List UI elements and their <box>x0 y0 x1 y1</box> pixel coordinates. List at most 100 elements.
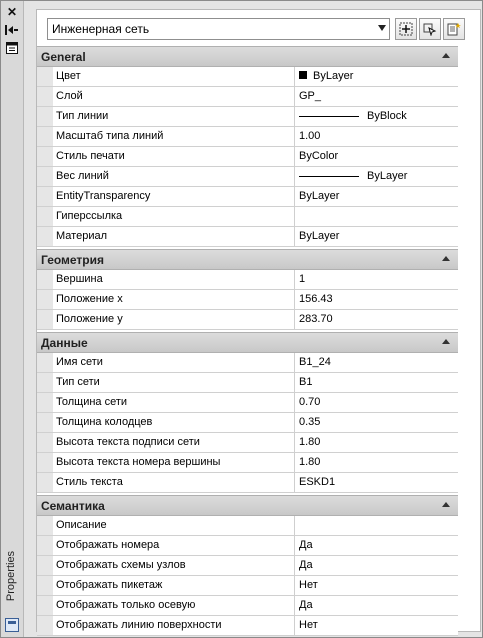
property-row[interactable]: Толщина колодцев 0.35 <box>37 413 458 433</box>
property-value[interactable]: ByColor <box>296 147 458 166</box>
property-name: Вершина <box>53 270 295 289</box>
collapse-arrow-icon[interactable] <box>442 339 450 344</box>
property-value[interactable]: 156.43 <box>296 290 458 309</box>
properties-panel: Инженерная сеть General Цвет ByLayer Слой GP… <box>36 9 481 636</box>
property-value[interactable]: B1 <box>296 373 458 392</box>
property-value[interactable]: 0.35 <box>296 413 458 432</box>
property-value[interactable]: ESKD1 <box>296 473 458 492</box>
property-value-text: Да <box>299 559 313 571</box>
palette-title-strip: ✕ Properties <box>1 1 24 637</box>
close-icon[interactable]: ✕ <box>4 5 20 19</box>
section: Семантика Описание Отображать номера Да Отоб… <box>37 495 458 636</box>
property-name: Имя сети <box>53 353 295 372</box>
property-row[interactable]: Стиль текста ESKD1 <box>37 473 458 493</box>
collapse-arrow-icon[interactable] <box>442 256 450 261</box>
row-gutter <box>37 87 53 106</box>
row-gutter <box>37 433 53 452</box>
property-row[interactable]: Отображать номера Да <box>37 536 458 556</box>
properties-icon[interactable] <box>5 618 19 632</box>
property-name: Цвет <box>53 67 295 86</box>
row-gutter <box>37 147 53 166</box>
row-gutter <box>37 373 53 392</box>
property-value[interactable]: 1 <box>296 270 458 289</box>
property-row[interactable]: Цвет ByLayer <box>37 67 458 87</box>
select-objects-button[interactable] <box>419 18 441 40</box>
property-value[interactable]: Нет <box>296 616 458 635</box>
property-row[interactable]: Положение x 156.43 <box>37 290 458 310</box>
section-header[interactable]: Геометрия <box>37 249 458 270</box>
property-value[interactable]: Да <box>296 596 458 615</box>
property-value[interactable]: Да <box>296 536 458 555</box>
section: Данные Имя сети B1_24 Тип сети B1 Толщина сет… <box>37 332 458 493</box>
property-value[interactable] <box>296 516 458 535</box>
property-value-text: ByLayer <box>313 70 354 82</box>
autohide-icon[interactable] <box>4 23 20 37</box>
property-value[interactable]: 283.70 <box>296 310 458 329</box>
property-name: Положение x <box>53 290 295 309</box>
row-gutter <box>37 310 53 329</box>
line-sample-icon <box>299 175 359 177</box>
row-gutter <box>37 393 53 412</box>
property-value[interactable]: ByLayer <box>296 167 458 186</box>
property-name: Слой <box>53 87 295 106</box>
section-header[interactable]: Семантика <box>37 495 458 516</box>
property-value-text: Нет <box>299 579 318 591</box>
property-value[interactable]: B1_24 <box>296 353 458 372</box>
property-row[interactable]: Толщина сети 0.70 <box>37 393 458 413</box>
property-value[interactable]: ByLayer <box>296 187 458 206</box>
property-value[interactable]: ByLayer <box>296 227 458 246</box>
property-row[interactable]: Слой GP_ <box>37 87 458 107</box>
property-row[interactable]: Описание <box>37 516 458 536</box>
property-value[interactable]: 1.80 <box>296 453 458 472</box>
property-value[interactable]: ByBlock <box>296 107 458 126</box>
row-gutter <box>37 596 53 615</box>
property-row[interactable]: Высота текста номера вершины 1.80 <box>37 453 458 473</box>
section-header[interactable]: General <box>37 46 458 67</box>
section-title: General <box>41 50 86 64</box>
property-value[interactable]: ByLayer <box>296 67 458 86</box>
row-gutter <box>37 227 53 246</box>
object-type-select[interactable]: Инженерная сеть <box>47 18 390 40</box>
collapse-arrow-icon[interactable] <box>442 53 450 58</box>
property-value[interactable]: Нет <box>296 576 458 595</box>
property-row[interactable]: Тип линии ByBlock <box>37 107 458 127</box>
quick-select-button[interactable] <box>443 18 465 40</box>
property-value[interactable]: 1.80 <box>296 433 458 452</box>
collapse-arrow-icon[interactable] <box>442 502 450 507</box>
section-header[interactable]: Данные <box>37 332 458 353</box>
row-gutter <box>37 187 53 206</box>
property-row[interactable]: EntityTransparency ByLayer <box>37 187 458 207</box>
property-row[interactable]: Стиль печати ByColor <box>37 147 458 167</box>
section: Геометрия Вершина 1 Положение x 156.43 Положе… <box>37 249 458 330</box>
section: General Цвет ByLayer Слой GP_ Тип линии ByBloc… <box>37 46 458 247</box>
section-title: Данные <box>41 336 88 350</box>
toggle-pickadd-button[interactable] <box>395 18 417 40</box>
property-row[interactable]: Отображать пикетаж Нет <box>37 576 458 596</box>
property-row[interactable]: Вес линий ByLayer <box>37 167 458 187</box>
property-row[interactable]: Имя сети B1_24 <box>37 353 458 373</box>
property-row[interactable]: Материал ByLayer <box>37 227 458 247</box>
property-row[interactable]: Высота текста подписи сети 1.80 <box>37 433 458 453</box>
property-row[interactable]: Вершина 1 <box>37 270 458 290</box>
property-value-text: GP_ <box>299 90 322 102</box>
property-value[interactable]: 0.70 <box>296 393 458 412</box>
property-row[interactable]: Отображать линию поверхности Нет <box>37 616 458 636</box>
property-value[interactable]: 1.00 <box>296 127 458 146</box>
property-row[interactable]: Отображать только осевую Да <box>37 596 458 616</box>
property-row[interactable]: Положение y 283.70 <box>37 310 458 330</box>
property-name: Отображать схемы узлов <box>53 556 295 575</box>
property-row[interactable]: Гиперссылка <box>37 207 458 227</box>
property-value-text: 156.43 <box>299 293 333 305</box>
row-gutter <box>37 107 53 126</box>
row-gutter <box>37 290 53 309</box>
properties-palette: ✕ Properties Инженерная сеть General Цве… <box>0 0 483 638</box>
property-row[interactable]: Масштаб типа линий 1.00 <box>37 127 458 147</box>
palette-menu-icon[interactable] <box>4 41 20 55</box>
property-value[interactable]: GP_ <box>296 87 458 106</box>
property-row[interactable]: Тип сети B1 <box>37 373 458 393</box>
property-value-text: Да <box>299 599 313 611</box>
property-value[interactable]: Да <box>296 556 458 575</box>
property-row[interactable]: Отображать схемы узлов Да <box>37 556 458 576</box>
row-gutter <box>37 453 53 472</box>
property-value[interactable] <box>296 207 458 226</box>
